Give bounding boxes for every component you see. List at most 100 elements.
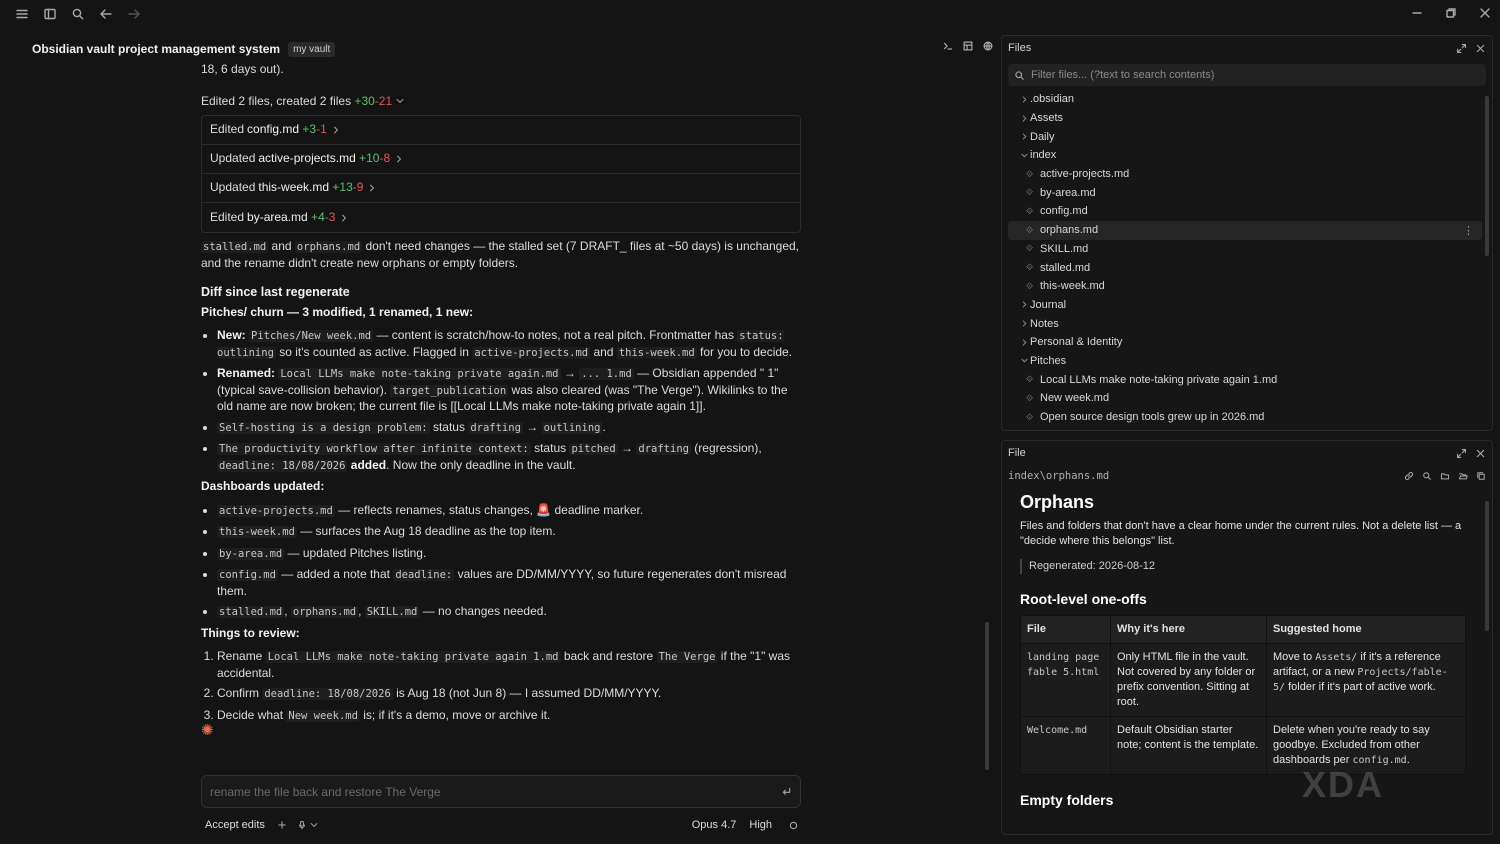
restore-icon[interactable] bbox=[1444, 6, 1458, 20]
tree-item-label: orphans.md bbox=[1040, 224, 1099, 237]
tree-file[interactable]: ⟐ orphans.md ⋮ bbox=[1008, 220, 1482, 240]
tree-file[interactable]: ⟐ Local LLMs make note-taking private aga… bbox=[1008, 370, 1482, 389]
message-input[interactable] bbox=[210, 784, 781, 799]
list-item: Self-hosting is a design problem: status… bbox=[217, 420, 801, 437]
edit-summary[interactable]: Edited 2 files, created 2 files +30 -21 bbox=[201, 94, 801, 110]
minimize-icon[interactable] bbox=[1410, 6, 1424, 20]
file-pane-header: File bbox=[1002, 441, 1492, 465]
file-pane-title: File bbox=[1008, 447, 1026, 459]
tree-folder[interactable]: index bbox=[1008, 146, 1482, 165]
accept-edits-toggle[interactable]: Accept edits bbox=[205, 819, 265, 831]
file-preview-pane: File index\orphans.md Orphans Files and … bbox=[1001, 440, 1493, 835]
chevron-right-icon bbox=[1018, 95, 1030, 104]
close-window-icon[interactable] bbox=[1478, 6, 1492, 20]
search-icon[interactable] bbox=[1422, 471, 1432, 481]
link-icon[interactable] bbox=[1404, 471, 1414, 481]
terminal-icon[interactable] bbox=[942, 40, 954, 52]
chevron-right-icon bbox=[394, 154, 404, 164]
chevron-right-icon bbox=[339, 213, 349, 223]
tree-item-label: Journal bbox=[1030, 298, 1067, 311]
tree-file[interactable]: ⟐ config.md bbox=[1008, 202, 1482, 221]
tree-folder[interactable]: Notes bbox=[1008, 314, 1482, 333]
preview-scrollbar[interactable] bbox=[1485, 501, 1489, 631]
tree-file[interactable]: ⟐ active-projects.md bbox=[1008, 165, 1482, 184]
close-icon[interactable] bbox=[1475, 448, 1486, 459]
globe-icon[interactable] bbox=[982, 40, 994, 52]
tree-file[interactable]: ⟐ New week.md bbox=[1008, 389, 1482, 408]
forward-arrow-icon[interactable] bbox=[126, 6, 142, 22]
layout-icon[interactable] bbox=[962, 40, 974, 52]
stalled-note: stalled.md and orphans.md don't need cha… bbox=[201, 239, 800, 270]
file-tree: .obsidian Assets Daily index ⟐ active-project… bbox=[1002, 90, 1492, 426]
chat-scrollbar-thumb[interactable] bbox=[985, 622, 989, 770]
file-link-icon: ⟐ bbox=[1026, 168, 1034, 179]
list-item: active-projects.md — reflects renames, s… bbox=[217, 503, 801, 520]
table-cell: Default Obsidian starter note; content i… bbox=[1110, 716, 1267, 775]
list-item: by-area.md — updated Pitches listing. bbox=[217, 546, 801, 563]
lines-removed: -21 bbox=[374, 93, 393, 108]
edit-row[interactable]: Edited config.md +3 -1 bbox=[202, 116, 800, 145]
copy-icon[interactable] bbox=[1476, 471, 1486, 481]
tree-item-label: SKILL.md bbox=[1040, 242, 1089, 255]
chat-scrollbar[interactable] bbox=[985, 60, 989, 772]
tree-folder[interactable]: Pitches bbox=[1008, 352, 1482, 371]
tree-item-label: Daily bbox=[1030, 130, 1055, 143]
edit-row[interactable]: Edited by-area.md +4 -3 bbox=[202, 203, 800, 232]
tree-file[interactable]: ⟐ stalled.md bbox=[1008, 258, 1482, 277]
more-options-icon[interactable]: ⋮ bbox=[1463, 224, 1474, 237]
tree-folder[interactable]: Daily bbox=[1008, 127, 1482, 146]
mic-icon[interactable] bbox=[297, 820, 307, 830]
tree-file[interactable]: ⟐ Open source design tools grew up in 202… bbox=[1008, 408, 1482, 427]
doc-intro: Files and folders that don't have a clea… bbox=[1020, 520, 1462, 547]
sidebar-toggle-icon[interactable] bbox=[42, 6, 58, 22]
pitch-changes-list: New: Pitches/New week.md — content is sc… bbox=[201, 328, 801, 474]
effort-selector[interactable]: High bbox=[749, 819, 772, 831]
files-scrollbar[interactable] bbox=[1485, 96, 1489, 256]
table-row: landing page fable 5.html Only HTML file… bbox=[1020, 643, 1466, 717]
list-item: Decide what New week.md is; if it's a de… bbox=[217, 708, 801, 725]
tree-folder[interactable]: .obsidian bbox=[1008, 90, 1482, 109]
tree-file[interactable]: ⟐ this-week.md bbox=[1008, 277, 1482, 296]
filter-input[interactable] bbox=[1031, 69, 1480, 81]
tree-folder[interactable]: Personal & Identity bbox=[1008, 333, 1482, 352]
tree-file[interactable]: ⟐ by-area.md bbox=[1008, 183, 1482, 202]
tree-item-label: config.md bbox=[1040, 205, 1088, 218]
model-selector[interactable]: Opus 4.7 bbox=[692, 819, 737, 831]
list-item: stalled.md, orphans.md, SKILL.md — no ch… bbox=[217, 604, 801, 621]
diff-heading: Diff since last regenerate bbox=[201, 285, 350, 299]
files-pane-header: Files bbox=[1002, 36, 1492, 60]
open-folder-icon[interactable] bbox=[1458, 471, 1468, 481]
edit-row[interactable]: Updated this-week.md +13 -9 bbox=[202, 174, 800, 203]
edit-row[interactable]: Updated active-projects.md +10 -8 bbox=[202, 145, 800, 174]
edited-file-name: config.md bbox=[247, 122, 300, 137]
message-composer bbox=[201, 775, 801, 808]
table-header-row: File Why it's here Suggested home bbox=[1020, 615, 1466, 644]
chevron-down-icon[interactable] bbox=[309, 820, 319, 830]
context-ring-icon bbox=[788, 820, 799, 831]
tree-file[interactable]: ⟐ SKILL.md bbox=[1008, 240, 1482, 259]
tree-folder[interactable]: Assets bbox=[1008, 109, 1482, 128]
back-arrow-icon[interactable] bbox=[98, 6, 114, 22]
chevron-right-icon bbox=[1018, 114, 1030, 123]
expand-icon[interactable] bbox=[1456, 43, 1467, 54]
search-icon[interactable] bbox=[70, 6, 86, 22]
vault-badge[interactable]: my vault bbox=[288, 41, 336, 57]
send-enter-icon[interactable] bbox=[781, 786, 792, 797]
file-link-icon: ⟐ bbox=[1026, 411, 1034, 422]
list-item: The productivity workflow after infinite… bbox=[217, 441, 801, 474]
folder-icon[interactable] bbox=[1440, 471, 1450, 481]
pitches-heading: Pitches/ churn — 3 modified, 1 renamed, … bbox=[201, 304, 474, 319]
files-pane-title: Files bbox=[1008, 42, 1032, 54]
tree-folder[interactable]: Journal bbox=[1008, 296, 1482, 315]
add-icon[interactable] bbox=[277, 820, 287, 830]
file-link-icon: ⟐ bbox=[1026, 205, 1034, 216]
file-link-icon: ⟐ bbox=[1026, 187, 1034, 198]
file-link-icon: ⟐ bbox=[1026, 392, 1034, 403]
close-icon[interactable] bbox=[1475, 43, 1486, 54]
tree-item-label: .obsidian bbox=[1030, 93, 1075, 106]
doc-regenerated-quote: Regenerated: 2026-08-12 bbox=[1020, 559, 1474, 574]
chevron-right-icon bbox=[1018, 132, 1030, 141]
menu-icon[interactable] bbox=[14, 6, 30, 22]
expand-icon[interactable] bbox=[1456, 448, 1467, 459]
chevron-right-icon bbox=[331, 125, 341, 135]
